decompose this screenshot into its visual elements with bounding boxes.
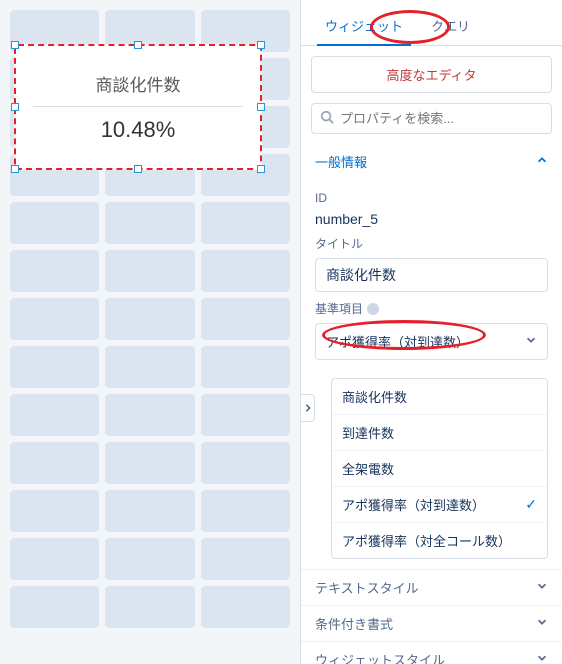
dropdown-option[interactable]: 全架電数: [332, 451, 547, 487]
section-label: 条件付き書式: [315, 614, 393, 633]
criteria-combobox[interactable]: アポ獲得率（対到達数）: [315, 323, 548, 360]
resize-handle[interactable]: [257, 165, 265, 173]
tab-query[interactable]: クエリ: [417, 8, 484, 45]
dropdown-option-label: アポ獲得率（対全コール数）: [342, 531, 511, 550]
widget-value: 10.48%: [101, 107, 176, 143]
grid-cell[interactable]: [201, 442, 290, 484]
grid-cell[interactable]: [10, 442, 99, 484]
dropdown-option-label: 商談化件数: [342, 387, 407, 406]
resize-handle[interactable]: [11, 103, 19, 111]
dropdown-option-label: 全架電数: [342, 459, 394, 478]
grid-cell[interactable]: [10, 586, 99, 628]
advanced-editor-button[interactable]: 高度なエディタ: [311, 56, 552, 93]
grid-cell[interactable]: [201, 346, 290, 388]
field-title-input[interactable]: [315, 258, 548, 292]
dropdown-option[interactable]: アポ獲得率（対全コール数）: [332, 523, 547, 558]
properties-panel: ウィジェット クエリ 高度なエディタ 一般情報 ID number_5 タイトル…: [300, 0, 562, 664]
section-label: ウィジェットスタイル: [315, 650, 445, 664]
grid-cell[interactable]: [105, 298, 194, 340]
property-search-input[interactable]: [340, 111, 543, 126]
dropdown-option[interactable]: 商談化件数: [332, 379, 547, 415]
chevron-down-icon: [525, 334, 537, 349]
dropdown-option[interactable]: 到達件数: [332, 415, 547, 451]
section-label: テキストスタイル: [315, 578, 419, 597]
grid-cell[interactable]: [201, 202, 290, 244]
resize-handle[interactable]: [134, 165, 142, 173]
grid-cell[interactable]: [105, 490, 194, 532]
criteria-combobox-value: アポ獲得率（対到達数）: [326, 332, 469, 351]
grid-cell[interactable]: [10, 538, 99, 580]
resize-handle[interactable]: [257, 103, 265, 111]
chevron-right-icon: [304, 401, 312, 416]
chevron-down-icon: [536, 652, 548, 664]
grid-cell[interactable]: [105, 442, 194, 484]
grid-cell[interactable]: [10, 490, 99, 532]
check-icon: ✓: [525, 496, 537, 513]
chevron-up-icon: [536, 154, 548, 169]
grid-cell[interactable]: [10, 250, 99, 292]
tab-widget[interactable]: ウィジェット: [311, 8, 417, 45]
property-search[interactable]: [311, 103, 552, 134]
field-title-label: タイトル: [315, 235, 548, 252]
dropdown-option-selected[interactable]: アポ獲得率（対到達数） ✓: [332, 487, 547, 523]
section-text-style[interactable]: テキストスタイル: [301, 569, 562, 605]
section-conditional-format[interactable]: 条件付き書式: [301, 605, 562, 641]
widget-title: 商談化件数: [33, 71, 243, 107]
grid-cell[interactable]: [10, 298, 99, 340]
resize-handle[interactable]: [11, 165, 19, 173]
grid-cell[interactable]: [201, 298, 290, 340]
chevron-down-icon: [536, 616, 548, 631]
criteria-dropdown: 商談化件数 到達件数 全架電数 アポ獲得率（対到達数） ✓ アポ獲得率（対全コール…: [331, 378, 548, 559]
field-criteria-label-text: 基準項目: [315, 300, 363, 317]
grid-cell[interactable]: [201, 394, 290, 436]
grid-cell[interactable]: [105, 346, 194, 388]
info-icon[interactable]: [367, 303, 379, 315]
dropdown-option-label: アポ獲得率（対到達数）: [342, 495, 485, 514]
number-widget[interactable]: 商談化件数 10.48%: [14, 44, 262, 170]
resize-handle[interactable]: [134, 41, 142, 49]
section-general-header[interactable]: 一般情報: [301, 144, 562, 179]
field-criteria-label: 基準項目: [315, 300, 548, 317]
panel-collapse-button[interactable]: [301, 394, 315, 422]
section-general-label: 一般情報: [315, 152, 367, 171]
grid-cell[interactable]: [10, 202, 99, 244]
section-widget-style[interactable]: ウィジェットスタイル: [301, 641, 562, 664]
grid-cell[interactable]: [201, 586, 290, 628]
grid-cell[interactable]: [105, 538, 194, 580]
field-id-value: number_5: [315, 211, 548, 227]
resize-handle[interactable]: [11, 41, 19, 49]
section-general-body: ID number_5 タイトル 基準項目 アポ獲得率（対到達数）: [301, 179, 562, 374]
search-icon: [320, 110, 340, 127]
dropdown-option-label: 到達件数: [342, 423, 394, 442]
grid-cell[interactable]: [201, 490, 290, 532]
grid-cell[interactable]: [105, 394, 194, 436]
chevron-down-icon: [536, 580, 548, 595]
grid-cell[interactable]: [10, 394, 99, 436]
panel-tabs: ウィジェット クエリ: [301, 0, 562, 46]
grid-cell[interactable]: [10, 346, 99, 388]
canvas-area[interactable]: 商談化件数 10.48%: [0, 0, 300, 664]
grid-cell[interactable]: [105, 202, 194, 244]
grid-cell[interactable]: [105, 250, 194, 292]
field-id-label: ID: [315, 191, 548, 205]
grid-cell[interactable]: [201, 538, 290, 580]
grid-cell[interactable]: [201, 250, 290, 292]
grid-cell[interactable]: [105, 586, 194, 628]
resize-handle[interactable]: [257, 41, 265, 49]
